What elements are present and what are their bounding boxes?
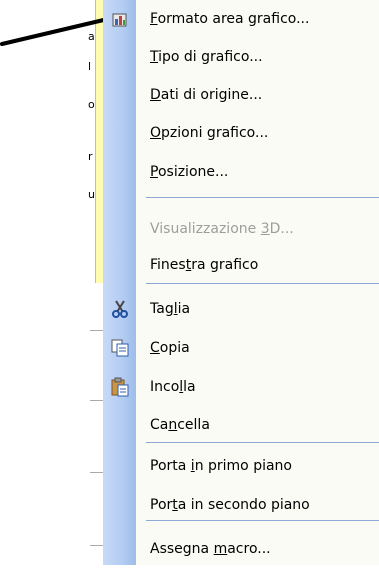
background-text-fragment: o	[88, 98, 95, 111]
menu-separator	[146, 520, 379, 521]
menu-item-access-key: C	[150, 340, 160, 356]
menu-item-access-key: F	[150, 11, 158, 27]
menu-item-label-suffix: opia	[159, 340, 190, 356]
menu-item-label: Tipo di grafico...	[150, 49, 263, 65]
menu-item-label-suffix: ormato area grafico...	[157, 11, 310, 27]
menu-item-label: Posizione...	[150, 164, 228, 180]
context-menu: Formato area grafico... Tipo di grafico..…	[103, 0, 379, 565]
menu-item[interactable]: Taglia	[103, 290, 379, 328]
menu-item-label: Porta in secondo piano	[150, 497, 310, 513]
menu-item[interactable]: Porta in secondo piano	[103, 486, 379, 524]
menu-item-label-suffix: ia	[177, 301, 191, 317]
menu-item-label-suffix: osizione...	[157, 164, 229, 180]
menu-item[interactable]: Porta in primo piano	[103, 447, 379, 485]
background-text-fragment: u	[88, 188, 95, 201]
format-icon	[110, 9, 130, 29]
menu-item-label-suffix: ra grafico	[191, 257, 259, 273]
menu-item[interactable]: Copia	[103, 329, 379, 367]
menu-item-label-suffix: n primo piano	[194, 458, 292, 474]
background-area	[0, 0, 103, 565]
menu-item-label: Cancella	[150, 417, 210, 433]
background-gridline	[90, 472, 104, 473]
menu-item[interactable]: Finestra grafico	[103, 246, 379, 284]
menu-item[interactable]: Tipo di grafico...	[103, 38, 379, 76]
background-gridline	[90, 330, 104, 331]
menu-item-label: Opzioni grafico...	[150, 125, 268, 141]
paste-icon	[110, 377, 130, 397]
menu-item[interactable]: Assegna macro...	[103, 530, 379, 568]
menu-item-label: Visualizzazione 3D...	[150, 221, 294, 237]
menu-item-label: Finestra grafico	[150, 257, 258, 273]
menu-item-label-prefix: Por	[150, 497, 173, 513]
menu-separator	[146, 197, 379, 198]
scissors-icon	[110, 299, 130, 319]
menu-item-access-key: T	[150, 49, 159, 65]
menu-item-label: Porta in primo piano	[150, 458, 292, 474]
menu-item-access-key: O	[150, 125, 162, 141]
menu-item[interactable]: Formato area grafico...	[103, 0, 379, 38]
menu-item-label-suffix: ati di origine...	[160, 87, 263, 103]
menu-item-label-suffix: acro...	[227, 541, 271, 557]
background-text-fragment: r	[88, 150, 93, 163]
menu-item-access-key: m	[213, 541, 228, 557]
menu-item-access-key: 3	[260, 221, 270, 237]
menu-item-access-key: D	[150, 87, 161, 103]
menu-item-label: Formato area grafico...	[150, 11, 309, 27]
menu-item-label-suffix: ipo di grafico...	[158, 49, 263, 65]
menu-separator	[146, 442, 379, 443]
menu-separator	[146, 283, 379, 284]
menu-item-label-prefix: Ca	[150, 417, 169, 433]
menu-item[interactable]: Dati di origine...	[103, 76, 379, 114]
menu-item-access-key: P	[150, 164, 158, 180]
menu-item-label: Incolla	[150, 379, 196, 395]
menu-item-label: Taglia	[150, 301, 190, 317]
menu-item-label-suffix: a in secondo piano	[177, 497, 310, 513]
menu-item-label-prefix: Tag	[150, 301, 174, 317]
menu-item-label: Assegna macro...	[150, 541, 271, 557]
menu-item-label-prefix: Visualizzazione	[150, 221, 261, 237]
menu-item[interactable]: Posizione...	[103, 153, 379, 191]
menu-item-label: Copia	[150, 340, 190, 356]
menu-item[interactable]: Cancella	[103, 406, 379, 444]
menu-item: Visualizzazione 3D...	[103, 210, 379, 248]
copy-icon	[110, 338, 130, 358]
menu-item[interactable]: Opzioni grafico...	[103, 114, 379, 152]
menu-item-label-suffix: la	[183, 379, 196, 395]
menu-item-label-prefix: Porta	[150, 458, 191, 474]
menu-item-access-key: n	[168, 417, 178, 433]
menu-item-label-suffix: pzioni grafico...	[161, 125, 269, 141]
menu-item-label: Dati di origine...	[150, 87, 262, 103]
background-gridline	[90, 545, 104, 546]
menu-item-label-suffix: cella	[177, 417, 210, 433]
background-text-fragment: l	[88, 60, 92, 73]
menu-item-label-suffix: D...	[269, 221, 294, 237]
menu-item[interactable]: Incolla	[103, 368, 379, 406]
menu-item-label-prefix: Inco	[150, 379, 180, 395]
menu-item-label-prefix: Assegna	[150, 541, 214, 557]
menu-item-label-prefix: Fines	[150, 257, 186, 273]
background-gridline	[90, 400, 104, 401]
